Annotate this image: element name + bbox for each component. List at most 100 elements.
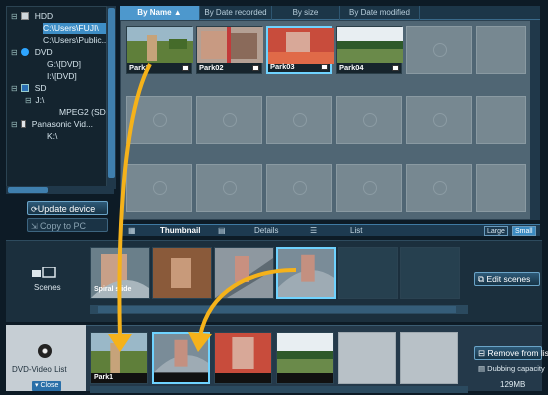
scene-thumbnail[interactable]: Spiral slide xyxy=(90,247,150,299)
empty-thumbnail-slot xyxy=(336,96,402,144)
empty-scene-slot xyxy=(338,247,398,299)
tree-item-sd[interactable]: ⊟ SD xyxy=(11,83,47,94)
dvd-item-image xyxy=(215,333,271,383)
copy-to-pc-button[interactable]: ⇲ Copy to PC xyxy=(27,218,108,232)
thumbnail-caption: Park04 xyxy=(339,63,364,72)
tree-item-label: DVD xyxy=(34,47,53,57)
scrollbar-thumb[interactable] xyxy=(108,8,115,178)
edit-scenes-button[interactable]: ⧉ Edit scenes xyxy=(474,272,540,286)
placeholder-icon xyxy=(363,181,377,195)
placeholder-icon xyxy=(153,113,167,127)
empty-thumbnail-slot xyxy=(266,164,332,212)
thumbnail-image xyxy=(268,28,334,64)
tree-item-k[interactable]: K:\ xyxy=(47,131,57,142)
placeholder-icon xyxy=(433,113,447,127)
tab-list[interactable]: List xyxy=(350,225,362,237)
dvd-list-item[interactable] xyxy=(276,332,334,384)
thumbnail-caption: Park03 xyxy=(270,62,295,71)
thumbnail-park03[interactable]: Park03 xyxy=(266,26,334,74)
scrollbar-thumb[interactable] xyxy=(98,306,456,313)
tree-item-label: SD xyxy=(34,83,47,93)
sd-card-icon xyxy=(21,84,30,92)
tree-item-dvd[interactable]: ⊟ DVD xyxy=(11,47,53,58)
tree-item-label: C:\Users\FUJI\ xyxy=(43,23,99,33)
scenes-horizontal-scrollbar[interactable] xyxy=(90,305,468,314)
scene-thumbnail-selected[interactable] xyxy=(276,247,336,299)
refresh-icon: ⟳ xyxy=(31,205,38,214)
thumbnail-park1[interactable]: Park1 xyxy=(126,26,193,74)
empty-thumbnail-slot xyxy=(196,96,262,144)
scenes-label: Scenes xyxy=(34,283,61,292)
dvd-list-horizontal-scrollbar[interactable] xyxy=(90,386,468,393)
expander-icon[interactable]: ⊟ xyxy=(11,119,19,130)
tab-thumbnail[interactable]: Thumbnail xyxy=(160,225,200,237)
dvd-disc-icon xyxy=(38,344,52,358)
empty-thumbnail-slot xyxy=(476,164,526,212)
folder-tree[interactable]: ⊟ HDD C:\Users\FUJI\ C:\Users\Public... … xyxy=(6,6,114,189)
button-label: Update device xyxy=(37,204,96,214)
tree-horizontal-scrollbar[interactable] xyxy=(6,186,114,194)
placeholder-icon xyxy=(153,181,167,195)
tab-sort-by-date-recorded[interactable]: By Date recorded xyxy=(200,6,272,20)
tab-details[interactable]: Details xyxy=(254,225,278,237)
grid-vertical-scrollbar[interactable] xyxy=(530,20,540,220)
tree-item-users-public[interactable]: C:\Users\Public... xyxy=(43,35,109,46)
thumbnail-park02[interactable]: Park02 xyxy=(196,26,263,74)
tree-vertical-scrollbar[interactable] xyxy=(106,6,116,189)
tree-item-panasonic[interactable]: ⊟ Panasonic Vid... xyxy=(11,119,93,130)
tree-item-label: HDD xyxy=(34,11,54,21)
thumbnail-caption: Park1 xyxy=(129,63,150,72)
capacity-value: 129MB xyxy=(500,380,526,389)
empty-dvd-slot xyxy=(400,332,458,384)
dvd-list-item[interactable]: Park1 xyxy=(90,332,148,384)
expander-icon[interactable]: ⊟ xyxy=(11,83,19,94)
update-device-button[interactable]: ⟳Update device xyxy=(27,201,108,215)
label-text: Dubbing capacity xyxy=(487,364,545,373)
remove-from-list-button[interactable]: ⊟ Remove from list xyxy=(474,346,548,360)
scene-image xyxy=(278,249,334,297)
expander-icon[interactable]: ⊟ xyxy=(11,47,19,58)
tree-item-g-dvd[interactable]: G:\[DVD] xyxy=(47,59,81,70)
dvd-video-list-label: DVD-Video List xyxy=(12,365,67,374)
placeholder-icon xyxy=(363,113,377,127)
tree-item-i-dvd[interactable]: I:\[DVD] xyxy=(47,71,77,82)
tab-sort-by-name[interactable]: By Name ▲ xyxy=(120,6,200,20)
thumbnail-image xyxy=(337,27,403,63)
placeholder-icon xyxy=(433,43,447,57)
tree-item-j[interactable]: ⊟ J:\ xyxy=(25,95,44,106)
tree-item-users-fuji[interactable]: C:\Users\FUJI\ xyxy=(43,23,113,34)
expander-icon[interactable]: ⊟ xyxy=(11,11,19,22)
scenes-icon xyxy=(32,266,56,279)
large-thumbnails-button[interactable]: Large xyxy=(484,226,508,236)
thumbnail-park04[interactable]: Park04 xyxy=(336,26,403,74)
dvd-list-item[interactable] xyxy=(214,332,272,384)
dvd-list-item[interactable] xyxy=(152,332,210,384)
tab-sort-by-date-modified[interactable]: By Date modified xyxy=(340,6,420,20)
tree-item-label: I:\[DVD] xyxy=(47,71,77,81)
copy-icon: ⇲ xyxy=(31,222,40,231)
empty-thumbnail-slot xyxy=(266,96,332,144)
tree-item-label: C:\Users\Public... xyxy=(43,35,109,45)
scene-image xyxy=(215,248,273,298)
tab-sort-by-size[interactable]: By size xyxy=(272,6,340,20)
expander-icon[interactable]: ⊟ xyxy=(25,95,33,106)
scene-thumbnail[interactable] xyxy=(152,247,212,299)
tree-item-hdd[interactable]: ⊟ HDD xyxy=(11,11,53,22)
button-label: Edit scenes xyxy=(486,274,531,284)
scene-thumbnail[interactable] xyxy=(214,247,274,299)
dvd-item-caption: Park1 xyxy=(94,374,114,381)
video-file-icon xyxy=(392,65,399,71)
scrollbar-thumb[interactable] xyxy=(8,187,48,193)
close-button[interactable]: ▾ Close xyxy=(32,381,62,391)
empty-thumbnail-slot xyxy=(126,96,192,144)
small-thumbnails-button[interactable]: Small xyxy=(512,226,536,236)
empty-dvd-slot xyxy=(338,332,396,384)
view-mode-tabs: ▦ Thumbnail ▤ Details ☰ List Large Small xyxy=(120,224,540,236)
placeholder-icon xyxy=(293,113,307,127)
empty-thumbnail-slot xyxy=(196,164,262,212)
details-view-icon: ▤ xyxy=(218,226,226,235)
tree-item-label: Panasonic Vid... xyxy=(31,119,94,129)
tree-item-mpeg2[interactable]: MPEG2 (SD... xyxy=(59,107,113,118)
placeholder-icon xyxy=(433,181,447,195)
list-view-icon: ☰ xyxy=(310,226,318,235)
